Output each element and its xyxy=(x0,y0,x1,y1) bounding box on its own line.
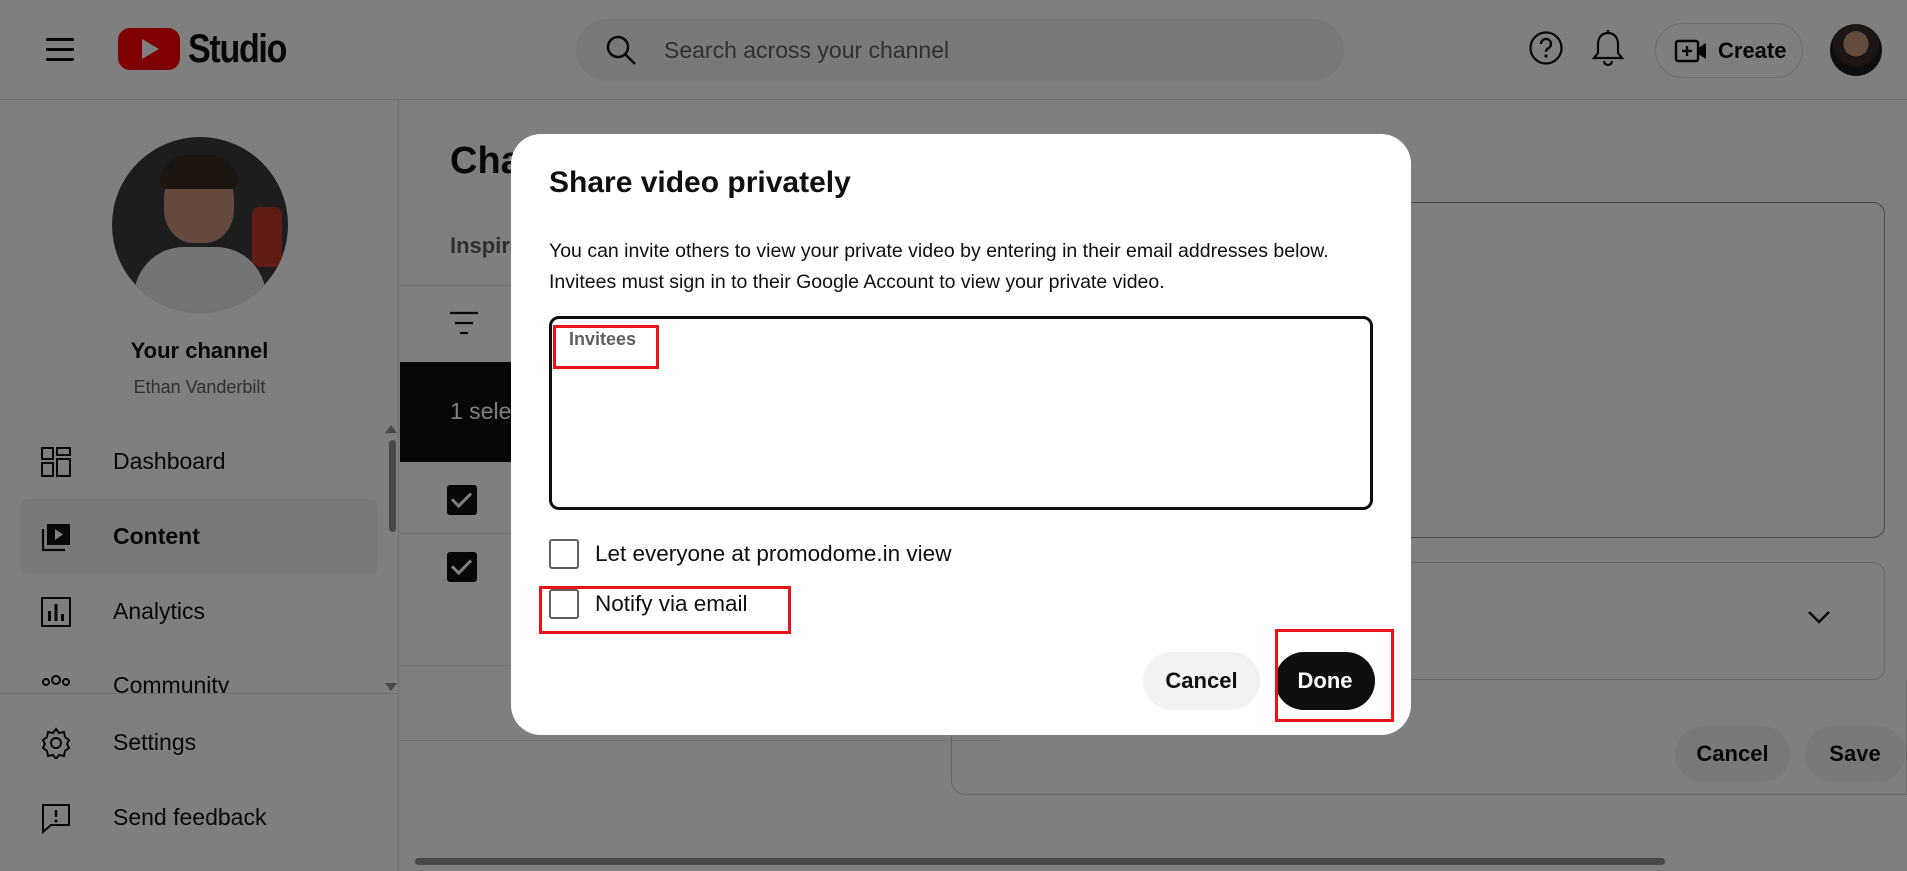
annotation-box-notify xyxy=(539,586,791,634)
let-everyone-label: Let everyone at promodome.in view xyxy=(595,541,952,566)
annotation-box-done xyxy=(1275,629,1394,722)
let-everyone-option[interactable]: Let everyone at promodome.in view xyxy=(549,539,951,569)
dialog-title: Share video privately xyxy=(549,166,851,199)
cancel-button[interactable]: Cancel xyxy=(1143,652,1260,710)
let-everyone-checkbox[interactable] xyxy=(549,539,579,569)
invitees-field[interactable]: Invitees xyxy=(549,316,1373,510)
annotation-box-invitees xyxy=(553,325,659,369)
dialog-description: You can invite others to view your priva… xyxy=(549,240,1329,293)
